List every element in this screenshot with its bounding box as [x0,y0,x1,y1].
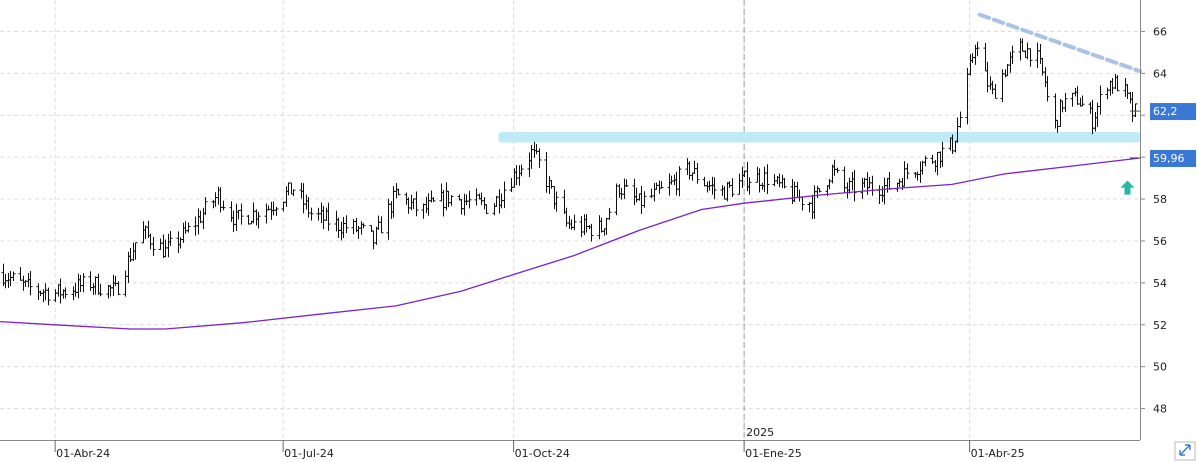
x-tick-label: 01-Jul-24 [284,447,334,460]
y-tick-label: 52 [1153,319,1167,332]
y-tick-label: 64 [1153,67,1167,80]
x-tick-label: 01-Ene-25 [745,447,802,460]
resistance-zone-band [498,132,1141,143]
badge-label: 62,2 [1153,105,1178,118]
price-chart[interactable]: 48505254565860626466 01-Abr-2401-Jul-240… [0,0,1197,462]
year-label: 2025 [746,426,774,439]
y-tick-label: 54 [1153,277,1167,290]
chart-corner-control[interactable] [1174,441,1196,461]
x-tick-label: 01-Abr-25 [971,447,1025,460]
badge-label: 59,96 [1153,152,1185,165]
y-tick-label: 58 [1153,193,1167,206]
y-tick-label: 56 [1153,235,1167,248]
x-tick-label: 01-Abr-24 [56,447,110,460]
chart-background [0,0,1197,462]
y-tick-label: 50 [1153,361,1167,374]
resistance-zone [498,132,1141,143]
y-tick-label: 48 [1153,403,1167,416]
x-tick-label: 01-Oct-24 [515,447,570,460]
y-tick-label: 66 [1153,25,1167,38]
